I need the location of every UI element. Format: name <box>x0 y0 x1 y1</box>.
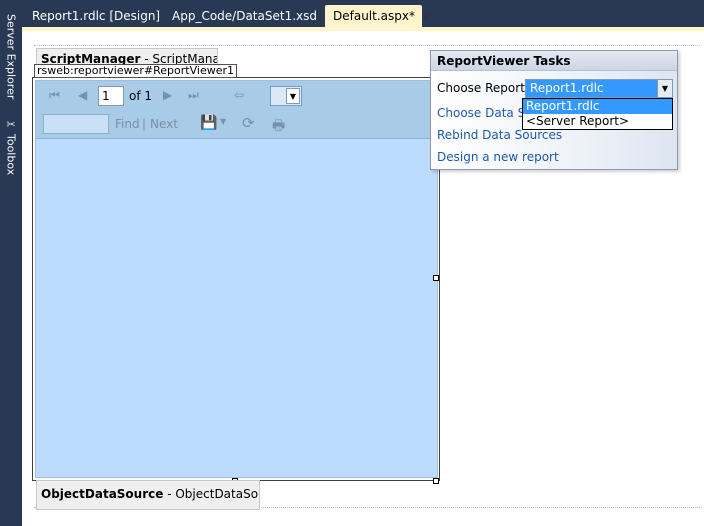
back-to-parent-icon[interactable]: ⇦ <box>234 88 244 102</box>
document-tab-bar: Report1.rdlc [Design] App_Code/DataSet1.… <box>22 0 704 27</box>
toolbox-icon: ✂ <box>6 117 16 131</box>
tab-label: App_Code/DataSet1.xsd <box>172 9 317 23</box>
server-explorer-tab[interactable]: Server Explorer <box>0 2 22 112</box>
page-number-input[interactable]: 1 <box>98 86 124 106</box>
resize-handle-bottom-right[interactable] <box>433 478 439 484</box>
chevron-down-icon[interactable]: ▼ <box>657 80 672 97</box>
rebind-data-sources-link[interactable]: Rebind Data Sources <box>437 128 562 142</box>
print-icon[interactable]: 🖶 <box>272 115 285 139</box>
report-viewer-tag-label: rsweb:reportviewer#ReportViewer1 <box>34 64 237 78</box>
next-page-icon[interactable]: ▶ <box>163 88 172 102</box>
object-data-source-control[interactable]: ObjectDataSource - ObjectDataSource1 <box>36 480 260 510</box>
design-new-report-link[interactable]: Design a new report <box>437 150 559 164</box>
report-viewer-control[interactable]: ⏮ ◀ 1 of 1 ▶ ⏭ ⇦ ▼ Find | Next 💾 ▼ ⟳ 🖶 <box>35 80 438 478</box>
export-icon[interactable]: 💾 <box>200 115 217 131</box>
first-page-icon[interactable]: ⏮ <box>49 88 60 103</box>
tab-dataset1-xsd[interactable]: App_Code/DataSet1.xsd <box>164 5 317 27</box>
tasks-panel-title: ReportViewer Tasks <box>431 51 677 71</box>
server-explorer-label: Server Explorer <box>4 14 18 100</box>
dropdown-option-report1[interactable]: Report1.rdlc <box>523 99 672 114</box>
report-viewer-toolbar: ⏮ ◀ 1 of 1 ▶ ⏭ ⇦ ▼ Find | Next 💾 ▼ ⟳ 🖶 <box>36 81 437 139</box>
zoom-select[interactable]: ▼ <box>270 86 302 106</box>
resize-handle-right[interactable] <box>433 275 439 281</box>
report-dropdown-list: Report1.rdlc <Server Report> <box>522 98 673 130</box>
chevron-down-icon[interactable]: ▼ <box>220 117 226 126</box>
tab-report1-design[interactable]: Report1.rdlc [Design] <box>24 5 160 27</box>
toolbox-label: Toolbox <box>4 133 18 176</box>
control-separator: - <box>163 487 176 501</box>
selected-report-value: Report1.rdlc <box>530 81 604 95</box>
refresh-icon[interactable]: ⟳ <box>242 114 255 132</box>
choose-report-select[interactable]: Report1.rdlc ▼ <box>525 79 673 98</box>
choose-data-sources-link[interactable]: Choose Data Sources <box>437 106 525 120</box>
chevron-down-icon: ▼ <box>286 88 300 104</box>
find-text-input[interactable] <box>43 114 109 134</box>
dropdown-option-server-report[interactable]: <Server Report> <box>523 114 672 129</box>
tab-label: Default.aspx* <box>333 9 415 23</box>
tab-label: Report1.rdlc [Design] <box>32 9 161 23</box>
dotted-guide <box>34 45 700 46</box>
choose-report-label: Choose Report <box>437 81 525 95</box>
toolbox-tab[interactable]: ✂ Toolbox <box>0 114 22 180</box>
last-page-icon[interactable]: ⏭ <box>188 88 199 103</box>
page-total-label: of 1 <box>129 89 153 103</box>
find-next-link[interactable]: Next <box>150 117 178 131</box>
toolbar-separator: | <box>142 117 147 131</box>
previous-page-icon[interactable]: ◀ <box>78 88 87 102</box>
control-type: ObjectDataSource <box>41 487 164 501</box>
left-toolstrip: Server Explorer ✂ Toolbox <box>0 0 22 526</box>
tab-default-aspx[interactable]: Default.aspx* ✕ <box>325 5 431 27</box>
find-link[interactable]: Find <box>115 117 140 131</box>
control-id: ObjectDataSource1 <box>175 487 259 501</box>
close-icon[interactable]: ✕ <box>422 10 431 23</box>
